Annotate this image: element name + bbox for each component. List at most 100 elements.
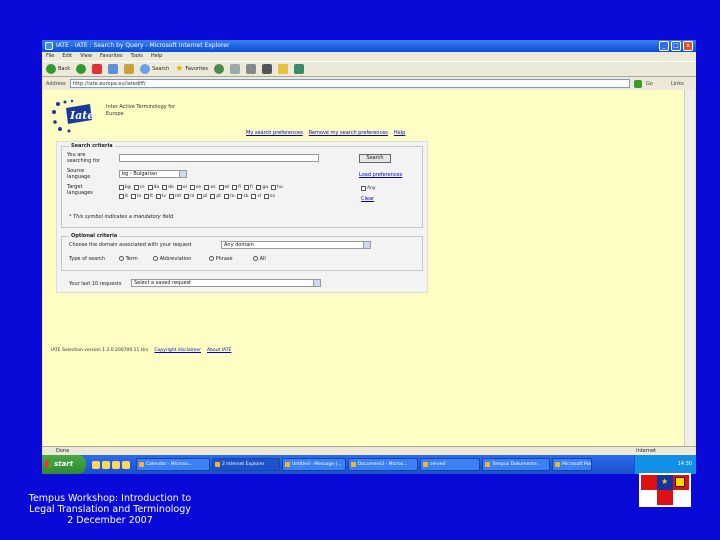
window-titlebar: IATE - IATE : Search by Query - Microsof… <box>42 40 696 52</box>
saved-request-select[interactable]: Select a saved request <box>131 279 321 287</box>
menu-file[interactable]: File <box>46 52 54 61</box>
remove-preferences-link[interactable]: Remove my search preferences <box>309 130 388 136</box>
eu-star-icon <box>657 475 673 490</box>
system-tray: 14:30 <box>634 455 696 474</box>
home-button[interactable] <box>124 64 135 74</box>
any-checkbox[interactable]: Any <box>361 186 376 191</box>
window-title: IATE - IATE : Search by Query - Microsof… <box>56 42 230 49</box>
page-viewport: Iate Inter Active Terminology for Europe… <box>43 90 684 446</box>
menu-edit[interactable]: Edit <box>62 52 72 61</box>
radio-all[interactable]: All <box>253 256 266 262</box>
last-requests-label: Your last 10 requests <box>69 281 122 287</box>
favorites-button[interactable]: ★ Favorites <box>175 64 208 74</box>
checkbox-de[interactable]: de <box>162 185 174 190</box>
task-internet-explorer[interactable]: 2 Internet Explorer <box>212 458 280 471</box>
print-button[interactable] <box>246 64 256 74</box>
menu-help[interactable]: Help <box>151 52 162 61</box>
menubar: File Edit View Favorites Tools Help <box>42 52 696 61</box>
task-tempus[interactable]: Tempus Dokumente... <box>482 458 550 471</box>
checkbox-ro[interactable]: ro <box>223 194 234 199</box>
checkbox-et[interactable]: et <box>218 185 229 190</box>
messenger-button[interactable] <box>294 64 304 74</box>
menu-tools[interactable]: Tools <box>131 52 143 61</box>
minimize-button[interactable]: _ <box>659 41 669 51</box>
radio-abbreviation[interactable]: Abbreviation <box>153 256 191 262</box>
search-button[interactable]: Search <box>140 64 169 74</box>
clear-link[interactable]: Clear <box>361 196 374 202</box>
folder-button[interactable] <box>278 64 288 74</box>
mail-button[interactable] <box>230 64 240 74</box>
address-input[interactable]: http://iate.europa.eu/iatediff/ <box>69 79 630 88</box>
domain-label: Choose the domain associated with your r… <box>69 242 192 248</box>
chevron-down-icon <box>363 242 370 248</box>
checkbox-nl[interactable]: nl <box>184 194 194 199</box>
checkbox-mt[interactable]: mt <box>168 194 181 199</box>
quicklaunch-ie-icon[interactable] <box>102 460 110 469</box>
checkbox-pl[interactable]: pl <box>197 194 207 199</box>
checkbox-es[interactable]: es <box>204 185 216 190</box>
vertical-scrollbar[interactable] <box>684 90 695 446</box>
go-arrow-icon[interactable] <box>633 79 642 88</box>
quicklaunch-desktop-icon[interactable] <box>92 460 100 469</box>
stop-button[interactable] <box>92 64 103 74</box>
checkbox-sv[interactable]: sv <box>264 194 275 199</box>
quicklaunch-word-icon[interactable] <box>122 460 130 469</box>
task-served[interactable]: served <box>420 458 480 471</box>
checkbox-fr[interactable]: fr <box>243 185 253 190</box>
radio-term[interactable]: Term <box>119 256 138 262</box>
media-button[interactable] <box>214 64 224 74</box>
task-powerpoint[interactable]: Microsoft PowerPoint... <box>552 458 592 471</box>
checkbox-sk[interactable]: sk <box>237 194 248 199</box>
search-icon <box>140 64 151 74</box>
go-button[interactable]: Go <box>646 81 653 87</box>
my-search-preferences-link[interactable]: My search preferences <box>246 130 303 136</box>
refresh-button[interactable] <box>108 64 119 74</box>
checkbox-ga[interactable]: ga <box>256 185 268 190</box>
search-term-input[interactable] <box>119 154 319 162</box>
quick-launch <box>92 460 130 469</box>
maximize-button[interactable]: □ <box>671 41 681 51</box>
task-calendar[interactable]: Calendar - Microso... <box>136 458 210 471</box>
taskbar: start Calendar - Microso... 2 Internet E… <box>42 455 696 474</box>
about-link[interactable]: About IATE <box>207 348 231 353</box>
close-button[interactable]: x <box>683 41 693 51</box>
source-language-label: Source language <box>67 168 91 180</box>
checkbox-fi[interactable]: fi <box>232 185 241 190</box>
domain-select[interactable]: Any domain <box>221 241 371 249</box>
mail-icon <box>230 64 240 74</box>
checkbox-cs[interactable]: cs <box>133 185 145 190</box>
menu-view[interactable]: View <box>80 52 92 61</box>
source-language-select[interactable]: bg - Bulgarian <box>119 170 187 178</box>
copyright-link[interactable]: Copyright disclaimer <box>154 348 201 353</box>
star-icon: ★ <box>175 64 184 74</box>
radio-phrase[interactable]: Phrase <box>209 256 233 262</box>
checkbox-el[interactable]: el <box>176 185 187 190</box>
checkbox-lt[interactable]: lt <box>144 194 153 199</box>
checkbox-da[interactable]: da <box>147 185 159 190</box>
checkbox-hu[interactable]: hu <box>271 185 283 190</box>
edit-button[interactable] <box>262 64 272 74</box>
checkbox-bg[interactable]: bg <box>119 185 131 190</box>
task-message[interactable]: Untitled - Message (... <box>282 458 346 471</box>
task-document3[interactable]: Document3 - Micros... <box>348 458 418 471</box>
back-button[interactable]: Back <box>46 64 70 74</box>
forward-button[interactable] <box>76 64 87 74</box>
search-submit-button[interactable]: Search <box>359 154 391 163</box>
checkbox-it[interactable]: it <box>119 194 128 199</box>
stop-icon <box>92 64 103 74</box>
start-button[interactable]: start <box>42 455 86 474</box>
checkbox-en[interactable]: en <box>189 185 201 190</box>
load-preferences-link[interactable]: Load preferences <box>359 172 402 178</box>
quicklaunch-outlook-icon[interactable] <box>112 460 120 469</box>
checkbox-sl[interactable]: sl <box>251 194 261 199</box>
help-link[interactable]: Help <box>394 130 405 136</box>
checkbox-pt[interactable]: pt <box>210 194 221 199</box>
target-languages-label: Target languages <box>67 184 93 196</box>
links-label[interactable]: Links <box>671 81 684 87</box>
media-icon <box>214 64 224 74</box>
menu-favorites[interactable]: Favorites <box>100 52 123 61</box>
top-links: My search preferences Remove my search p… <box>246 130 405 136</box>
checkbox-la[interactable]: la <box>131 194 141 199</box>
checkbox-lv[interactable]: lv <box>156 194 166 199</box>
ie-icon <box>45 42 53 50</box>
